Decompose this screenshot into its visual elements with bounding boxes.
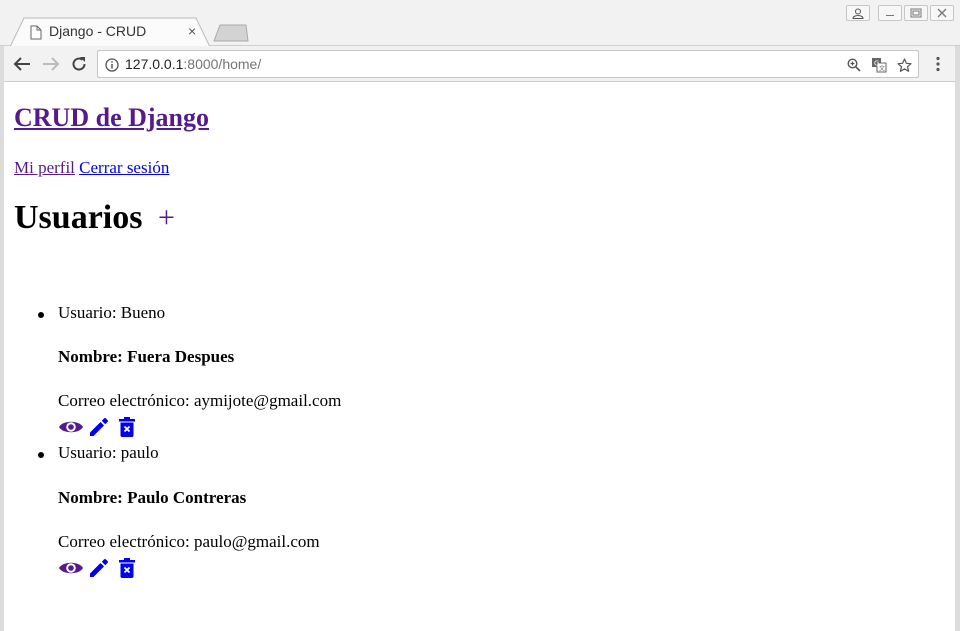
info-icon[interactable] xyxy=(105,58,119,77)
minimize-icon[interactable] xyxy=(878,5,902,21)
trash-icon[interactable] xyxy=(118,556,148,580)
site-title-link[interactable]: CRUD de Django xyxy=(14,103,209,133)
list-bullet xyxy=(38,312,44,318)
browser-toolbar: 127.0.0.1:8000/home/ G文 xyxy=(0,46,960,82)
page-content: CRUD de Django Mi perfil Cerrar sesión U… xyxy=(14,83,952,631)
logout-link[interactable]: Cerrar sesión xyxy=(79,158,169,177)
trash-icon[interactable] xyxy=(118,415,148,439)
window-left-border xyxy=(0,46,4,631)
restore-icon[interactable] xyxy=(904,5,928,21)
user-actions xyxy=(58,556,148,580)
profile-icon[interactable] xyxy=(846,5,870,21)
pencil-icon[interactable] xyxy=(88,556,118,580)
close-window-icon[interactable] xyxy=(930,5,954,21)
page-heading: Usuarios xyxy=(14,199,143,236)
url-host: 127.0.0.1 xyxy=(125,56,184,72)
url-path: :8000/home/ xyxy=(183,56,262,72)
eye-icon[interactable] xyxy=(58,415,88,439)
address-bar[interactable]: 127.0.0.1:8000/home/ G文 xyxy=(97,50,919,78)
window-right-border xyxy=(955,46,960,631)
profile-link[interactable]: Mi perfil xyxy=(14,158,75,177)
add-user-link[interactable]: + xyxy=(158,201,175,235)
back-icon[interactable] xyxy=(10,52,34,76)
zoom-icon[interactable] xyxy=(845,56,863,74)
menu-icon[interactable] xyxy=(928,52,948,76)
browser-titlebar: Django - CRUD × xyxy=(0,0,960,47)
username-text: Usuario: paulo xyxy=(58,443,159,462)
forward-icon[interactable] xyxy=(39,52,63,76)
full-name-text: Nombre: Fuera Despues xyxy=(58,347,235,366)
user-actions xyxy=(58,415,148,439)
email-text: Correo electrónico: paulo@gmail.com xyxy=(58,532,320,551)
username-text: Usuario: Bueno xyxy=(58,303,166,322)
user-nav: Mi perfil Cerrar sesión xyxy=(14,158,169,178)
svg-text:文: 文 xyxy=(879,65,885,73)
tab-title: Django - CRUD xyxy=(49,23,147,39)
email-text: Correo electrónico: aymijote@gmail.com xyxy=(58,391,342,410)
full-name-text: Nombre: Paulo Contreras xyxy=(58,488,247,507)
translate-icon[interactable]: G文 xyxy=(870,56,888,74)
new-tab-button[interactable] xyxy=(212,24,250,42)
list-bullet xyxy=(38,452,44,458)
eye-icon[interactable] xyxy=(58,556,88,580)
bookmark-star-icon[interactable] xyxy=(895,56,913,74)
reload-icon[interactable] xyxy=(67,52,91,76)
pencil-icon[interactable] xyxy=(88,415,118,439)
browser-tab[interactable]: Django - CRUD × xyxy=(10,17,210,47)
page-icon xyxy=(30,25,42,40)
window-controls xyxy=(846,5,954,21)
tab-close-icon[interactable]: × xyxy=(188,23,196,39)
url-text[interactable]: 127.0.0.1:8000/home/ xyxy=(125,56,261,72)
